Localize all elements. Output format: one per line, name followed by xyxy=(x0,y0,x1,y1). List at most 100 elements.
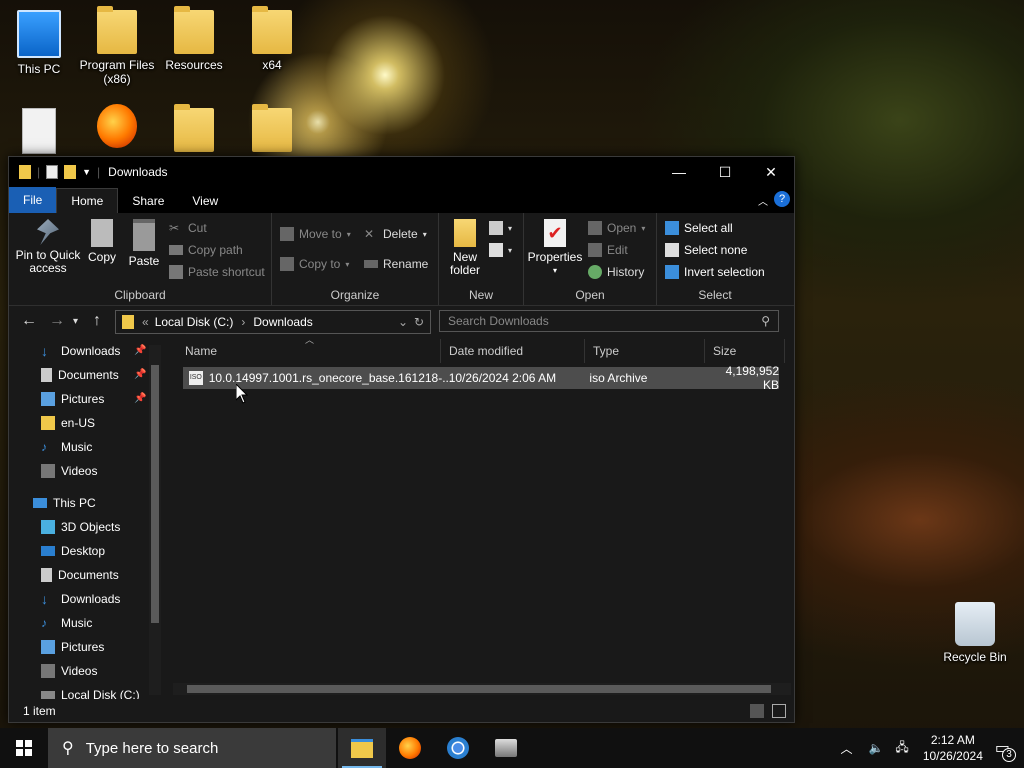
taskbar-firefox[interactable] xyxy=(386,728,434,768)
drive-icon xyxy=(41,691,55,699)
pin-icon[interactable]: 📌 xyxy=(134,345,146,356)
collapse-ribbon-icon[interactable]: ︿ xyxy=(758,193,768,208)
delete-button[interactable]: ✕ Delete ▾ xyxy=(364,227,427,241)
properties-button[interactable]: ✔ Properties ▾ xyxy=(526,219,584,277)
address-bar[interactable]: « Local Disk (C:) › Downloads ⌄ ↻ xyxy=(115,310,431,334)
breadcrumb-downloads[interactable]: Downloads xyxy=(253,315,312,329)
notification-count-badge: 3 xyxy=(1002,748,1016,762)
move-to-button[interactable]: Move to ▾ xyxy=(280,227,351,241)
tab-view[interactable]: View xyxy=(178,189,232,213)
network-icon[interactable]: 🖧 xyxy=(895,738,908,759)
new-item-button[interactable]: ▾ xyxy=(489,221,512,235)
nav-item-music-quick[interactable]: ♪ Music xyxy=(41,435,92,459)
nav-item-documents-quick[interactable]: Documents xyxy=(41,363,119,387)
rename-button[interactable]: Rename xyxy=(364,257,428,271)
nav-item-desktop[interactable]: Desktop xyxy=(41,539,105,563)
tab-file[interactable]: File xyxy=(9,187,57,213)
recent-locations-icon[interactable]: ▾ xyxy=(73,316,78,327)
nav-pane-scrollbar[interactable] xyxy=(149,345,161,695)
column-header-type[interactable]: Type xyxy=(585,339,705,363)
scrollbar-thumb[interactable] xyxy=(187,685,771,693)
start-button[interactable] xyxy=(0,728,48,768)
help-button[interactable]: ? xyxy=(774,191,790,207)
notification-center-icon[interactable]: ▭ 3 xyxy=(995,738,1016,762)
desktop-icon-firefox-installer[interactable] xyxy=(78,104,156,152)
easy-access-button[interactable]: ▾ xyxy=(489,243,512,257)
up-arrow-icon[interactable]: ↑ xyxy=(93,312,101,330)
nav-item-downloads-quick[interactable]: ↓ Downloads xyxy=(41,339,120,363)
navigation-bar: ← → ▾ ↑ « Local Disk (C:) › Downloads ⌄ … xyxy=(9,306,794,340)
search-input[interactable]: Search Downloads ⚲ xyxy=(439,310,779,332)
tab-share[interactable]: Share xyxy=(118,189,178,213)
invert-selection-button[interactable]: Invert selection xyxy=(665,265,765,279)
pin-quick-access-button[interactable]: Pin to Quick access xyxy=(13,219,83,275)
window-title: Downloads xyxy=(108,165,168,179)
new-folder-icon[interactable] xyxy=(64,165,77,179)
minimize-button[interactable]: — xyxy=(656,157,702,187)
desktop-icon-this-pc[interactable]: This PC xyxy=(0,10,78,76)
forward-arrow-icon[interactable]: → xyxy=(49,312,65,330)
column-header-date[interactable]: Date modified xyxy=(441,339,585,363)
desktop-icon-folder-3[interactable] xyxy=(155,104,233,156)
taskbar-app-4[interactable] xyxy=(482,728,530,768)
desktop-icon-label: Program Files (x86) xyxy=(79,58,155,86)
copy-path-button[interactable]: Copy path xyxy=(169,243,243,257)
taskbar-chrome[interactable] xyxy=(434,728,482,768)
large-icons-view-icon[interactable] xyxy=(772,704,786,718)
open-button[interactable]: Open ▾ xyxy=(588,221,645,235)
file-list-scrollbar[interactable] xyxy=(173,683,791,695)
refresh-icon[interactable]: ↻ xyxy=(414,315,424,329)
maximize-button[interactable]: ☐ xyxy=(702,157,748,187)
column-header-size[interactable]: Size xyxy=(705,339,785,363)
nav-item-this-pc[interactable]: This PC xyxy=(33,491,96,515)
scissors-icon: ✂ xyxy=(169,221,180,235)
desktop-icon-x64[interactable]: x64 xyxy=(233,6,311,72)
file-row[interactable]: ISO 10.0.14997.1001.rs_onecore_base.1612… xyxy=(183,364,779,392)
nav-item-pictures-quick[interactable]: Pictures xyxy=(41,387,104,411)
cut-button[interactable]: ✂ Cut xyxy=(169,221,207,235)
volume-muted-icon[interactable]: 🔈 xyxy=(868,741,883,755)
pin-icon[interactable]: 📌 xyxy=(134,369,146,380)
pin-icon[interactable]: 📌 xyxy=(134,393,146,404)
chevron-down-icon[interactable]: ▼ xyxy=(82,167,91,177)
copy-button[interactable]: Copy xyxy=(85,219,119,264)
scrollbar-thumb[interactable] xyxy=(151,365,159,623)
history-button[interactable]: History xyxy=(588,265,644,279)
tab-home[interactable]: Home xyxy=(56,188,119,213)
clock[interactable]: 2:12 AM 10/26/2024 xyxy=(923,732,983,764)
paste-shortcut-button[interactable]: Paste shortcut xyxy=(169,265,265,279)
nav-item-downloads[interactable]: ↓ Downloads xyxy=(41,587,120,611)
select-all-button[interactable]: Select all xyxy=(665,221,733,235)
nav-item-3d-objects[interactable]: 3D Objects xyxy=(41,515,120,539)
nav-item-videos[interactable]: Videos xyxy=(41,659,97,683)
select-none-button[interactable]: Select none xyxy=(665,243,747,257)
column-header-name[interactable]: Name xyxy=(177,339,441,363)
videos-icon xyxy=(41,464,55,478)
computer-icon xyxy=(33,498,47,508)
desktop-icon-program-files[interactable]: Program Files (x86) xyxy=(78,6,156,86)
nav-item-local-disk[interactable]: Local Disk (C:) xyxy=(41,683,140,699)
breadcrumb-separator-icon: › xyxy=(241,315,246,329)
desktop-icon-recycle-bin[interactable]: Recycle Bin xyxy=(936,602,1014,664)
desktop-icon-resources[interactable]: Resources xyxy=(155,6,233,72)
back-arrow-icon[interactable]: ← xyxy=(21,312,37,330)
nav-item-documents[interactable]: Documents xyxy=(41,563,119,587)
taskbar-file-explorer[interactable] xyxy=(338,728,386,768)
desktop-icon-folder-4[interactable] xyxy=(233,104,311,156)
nav-item-videos-quick[interactable]: Videos xyxy=(41,459,97,483)
new-folder-button[interactable]: New folder xyxy=(445,219,485,277)
details-view-icon[interactable] xyxy=(750,704,764,718)
desktop-icon-document-shortcut[interactable] xyxy=(0,108,78,158)
nav-item-en-us[interactable]: en-US xyxy=(41,411,95,435)
copy-to-button[interactable]: Copy to ▾ xyxy=(280,257,349,271)
close-button[interactable]: ✕ xyxy=(748,157,794,187)
edit-button[interactable]: Edit xyxy=(588,243,628,257)
paste-button[interactable]: Paste xyxy=(125,219,163,268)
taskbar-search-box[interactable]: ⚲ Type here to search xyxy=(48,728,336,768)
breadcrumb-local-disk[interactable]: Local Disk (C:) xyxy=(155,315,234,329)
address-dropdown-icon[interactable]: ⌄ xyxy=(398,315,408,329)
nav-item-pictures[interactable]: Pictures xyxy=(41,635,104,659)
nav-item-music[interactable]: ♪ Music xyxy=(41,611,92,635)
properties-icon[interactable] xyxy=(46,165,59,179)
show-hidden-icons-icon[interactable]: ︿ xyxy=(840,740,852,757)
